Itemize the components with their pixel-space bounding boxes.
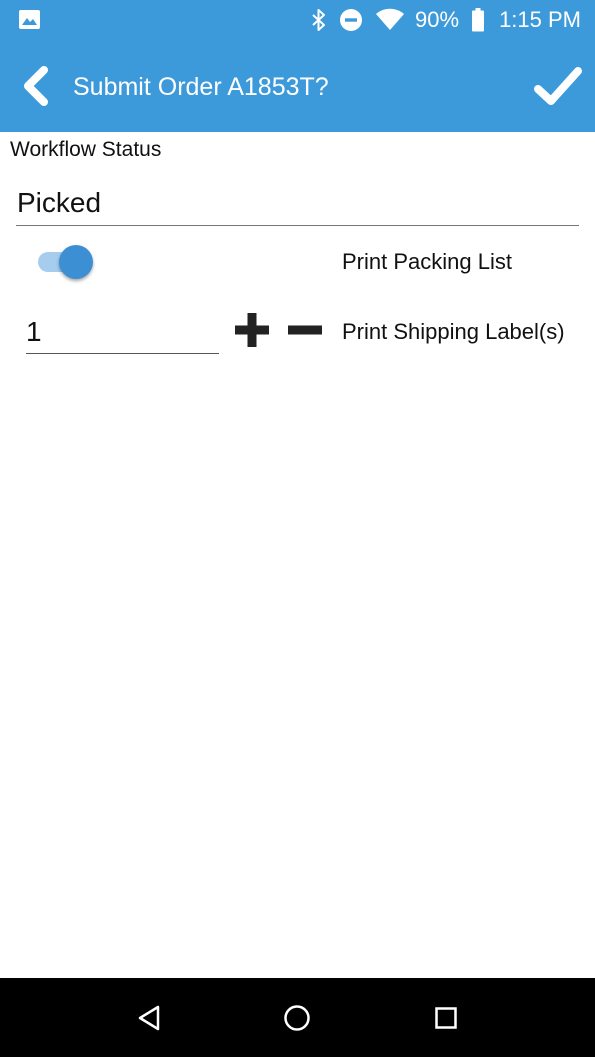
clock: 1:15 PM — [499, 7, 581, 32]
workflow-status-value: Picked — [17, 187, 102, 218]
minus-icon — [288, 325, 322, 335]
image-icon — [19, 10, 40, 29]
nav-back-button[interactable] — [131, 1000, 167, 1036]
decrement-button[interactable] — [287, 312, 323, 348]
navigation-bar — [0, 978, 595, 1057]
workflow-status-label: Workflow Status — [10, 138, 162, 161]
app-bar: Submit Order A1853T? — [0, 40, 595, 132]
status-bar: 90% 1:15 PM — [0, 0, 595, 40]
status-icons: 90% 1:15 PM — [299, 0, 581, 40]
print-shipping-labels-label: Print Shipping Label(s) — [342, 319, 565, 344]
plus-icon — [235, 313, 269, 347]
battery-percentage: 90% — [415, 7, 460, 32]
chevron-left-icon — [24, 66, 48, 106]
checkmark-icon — [534, 67, 582, 105]
bluetooth-icon — [312, 9, 326, 31]
print-packing-list-label: Print Packing List — [342, 249, 512, 274]
nav-home-button[interactable] — [279, 1000, 315, 1036]
shipping-label-quantity-input[interactable] — [26, 314, 216, 350]
do-not-disturb-icon — [340, 9, 363, 31]
workflow-status-dropdown[interactable]: Picked — [16, 180, 579, 226]
battery-icon — [472, 8, 485, 32]
wifi-icon — [376, 8, 405, 30]
back-button[interactable] — [16, 64, 60, 108]
circle-home-icon — [284, 1005, 310, 1031]
toggle-thumb — [59, 245, 93, 279]
triangle-back-icon — [138, 1005, 160, 1031]
increment-button[interactable] — [234, 312, 270, 348]
square-recents-icon — [435, 1007, 457, 1029]
nav-recents-button[interactable] — [428, 1000, 464, 1036]
shipping-label-quantity-field[interactable] — [26, 310, 219, 354]
print-packing-list-toggle[interactable] — [36, 244, 96, 280]
confirm-button[interactable] — [533, 62, 583, 110]
page-title: Submit Order A1853T? — [73, 73, 329, 101]
